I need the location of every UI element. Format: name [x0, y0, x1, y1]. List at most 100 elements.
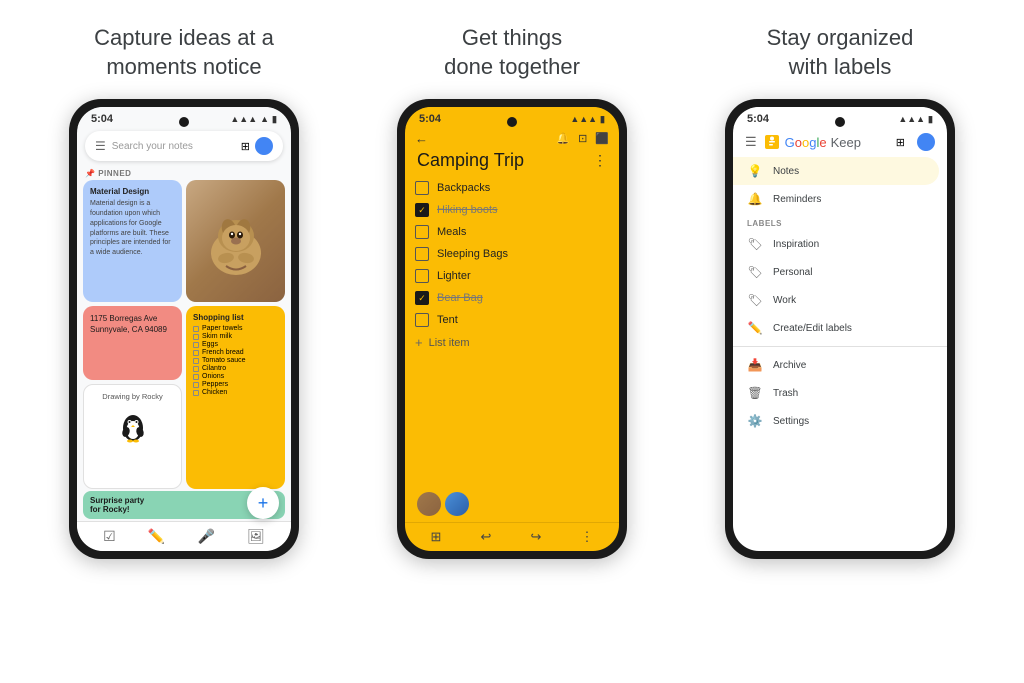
status-icons-2: ▲▲▲ ▮: [570, 114, 605, 125]
trip-item-tent[interactable]: Tent: [415, 309, 609, 331]
phone-1: 5:04 ▲▲▲ ▲ ▮ ☰ Search your notes ⊞: [69, 99, 299, 559]
menu-item-notes[interactable]: 💡 Notes: [733, 157, 939, 185]
trip-toolbar-icons: 🔔 ⊡ ⬛: [556, 132, 609, 145]
menu-item-work[interactable]: 🏷 Work: [733, 286, 947, 314]
search-icons: ⊞: [241, 137, 273, 155]
add-note-icon[interactable]: ⊞: [431, 529, 442, 545]
trip-bottom-bar: ⊞ ↩ ↪ ⋮: [405, 522, 619, 551]
trip-item-backpacks[interactable]: Backpacks: [415, 177, 609, 199]
label-icon-inspiration: 🏷: [747, 237, 763, 251]
checklist-nav-icon[interactable]: ☑: [103, 528, 116, 545]
grid-view-icon[interactable]: ⊞: [896, 136, 905, 149]
trip-item-bear-bag[interactable]: ✓ Bear Bag: [415, 287, 609, 309]
shopping-items: Paper towels Skim milk Eggs French bread…: [193, 325, 278, 396]
menu-item-personal[interactable]: 🏷 Personal: [733, 258, 947, 286]
item-label-meals: Meals: [437, 226, 466, 238]
checkbox-sleeping-bags[interactable]: [415, 247, 429, 261]
status-icons-1: ▲▲▲ ▲ ▮: [230, 114, 277, 125]
fab-button-1[interactable]: +: [247, 487, 279, 519]
trip-list: Backpacks ✓ Hiking boots Meals: [405, 177, 619, 486]
status-icons-3: ▲▲▲ ▮: [898, 114, 933, 125]
item-label-hiking-boots: Hiking boots: [437, 204, 498, 216]
item-label-sleeping-bags: Sleeping Bags: [437, 248, 508, 260]
menu-label-settings: Settings: [773, 416, 809, 427]
add-item-row[interactable]: + List item: [415, 331, 609, 354]
user-avatar-3[interactable]: [917, 133, 935, 151]
notes-grid: Material Design Material design is a fou…: [77, 180, 291, 489]
note-shopping[interactable]: Shopping list Paper towels Skim milk Egg…: [186, 306, 285, 489]
bell-menu-icon: 🔔: [747, 192, 763, 206]
note-title-material: Material Design: [90, 187, 175, 196]
trip-item-sleeping-bags[interactable]: Sleeping Bags: [415, 243, 609, 265]
checkbox-lighter[interactable]: [415, 269, 429, 283]
color-icon[interactable]: ⬛: [595, 132, 609, 145]
trip-toolbar: ← 🔔 ⊡ ⬛: [405, 127, 619, 150]
menu-item-archive[interactable]: 📥 Archive: [733, 351, 947, 379]
archive-icon-trip[interactable]: ⊡: [578, 132, 587, 145]
trip-item-meals[interactable]: Meals: [415, 221, 609, 243]
menu-item-settings[interactable]: ⚙️ Settings: [733, 407, 947, 435]
trip-item-lighter[interactable]: Lighter: [415, 265, 609, 287]
add-icon: +: [415, 335, 423, 350]
menu-label-notes: Notes: [773, 166, 799, 177]
checkbox-backpacks[interactable]: [415, 181, 429, 195]
pin-icon: 📌: [85, 169, 95, 178]
hamburger-icon-3[interactable]: ☰: [745, 134, 757, 150]
user-avatar[interactable]: [255, 137, 273, 155]
add-item-label: List item: [429, 337, 470, 349]
mic-nav-icon[interactable]: 🎤: [197, 528, 214, 545]
checkbox-hiking-boots[interactable]: ✓: [415, 203, 429, 217]
note-material-design[interactable]: Material Design Material design is a fou…: [83, 180, 182, 302]
menu-item-inspiration[interactable]: 🏷 Inspiration: [733, 230, 947, 258]
google-keep-logo: Google Keep: [763, 133, 861, 151]
bulb-icon: 💡: [747, 164, 763, 178]
menu-divider: [733, 346, 947, 347]
back-icon[interactable]: ←: [415, 131, 428, 146]
checkbox-tent[interactable]: [415, 313, 429, 327]
penguin-drawing: [118, 406, 148, 444]
menu-item-trash[interactable]: 🗑 Trash: [733, 379, 947, 407]
note-dog-photo[interactable]: [186, 180, 285, 302]
item-label-lighter: Lighter: [437, 270, 471, 282]
trip-title: Camping Trip: [417, 150, 524, 171]
more-options-icon[interactable]: ⋮: [593, 152, 607, 169]
bell-icon[interactable]: 🔔: [556, 132, 570, 145]
camera-hole-1: [179, 117, 189, 127]
checkbox-meals[interactable]: [415, 225, 429, 239]
collaborator-avatar-2: [445, 492, 469, 516]
google-text: Google: [785, 135, 827, 150]
dog-image: [186, 180, 285, 302]
menu-label-trash: Trash: [773, 388, 798, 399]
note-address[interactable]: 1175 Borregas Ave Sunnyvale, CA 94089: [83, 306, 182, 379]
camera-hole-3: [835, 117, 845, 127]
redo-icon[interactable]: ↪: [530, 529, 541, 545]
camera-hole-2: [507, 117, 517, 127]
trip-avatars: [405, 486, 619, 522]
column-2-title: Get things done together: [444, 24, 580, 81]
pen-nav-icon[interactable]: ✏️: [148, 528, 165, 545]
undo-icon[interactable]: ↩: [481, 529, 492, 545]
search-bar[interactable]: ☰ Search your notes ⊞: [85, 131, 283, 161]
image-nav-icon[interactable]: 🖼: [247, 528, 265, 545]
menu-label-edit-labels: Create/Edit labels: [773, 323, 852, 334]
time-1: 5:04: [91, 113, 113, 125]
time-2: 5:04: [419, 113, 441, 125]
battery-icon-2: ▮: [600, 114, 605, 125]
item-label-bear-bag: Bear Bag: [437, 292, 483, 304]
menu-item-edit-labels[interactable]: ✏️ Create/Edit labels: [733, 314, 947, 342]
column-3-title: Stay organized with labels: [767, 24, 914, 81]
phone-2-screen: 5:04 ▲▲▲ ▮ ← 🔔 ⊡ ⬛ Camping Trip: [405, 107, 619, 551]
menu-item-reminders[interactable]: 🔔 Reminders: [733, 185, 947, 213]
note-title-shopping: Shopping list: [193, 313, 278, 322]
more-icon[interactable]: ⋮: [580, 529, 593, 545]
search-placeholder: Search your notes: [112, 141, 235, 152]
wifi-icon: ▲: [260, 114, 269, 124]
trip-item-hiking-boots[interactable]: ✓ Hiking boots: [415, 199, 609, 221]
archive-menu-icon: 📥: [747, 358, 763, 372]
label-icon-personal: 🏷: [747, 265, 763, 279]
keep-header: ☰ Google Keep ⊞: [733, 127, 947, 157]
note-body-material: Material design is a foundation upon whi…: [90, 199, 175, 258]
note-drawing[interactable]: Drawing by Rocky: [83, 384, 182, 490]
menu-label-work: Work: [773, 295, 796, 306]
checkbox-bear-bag[interactable]: ✓: [415, 291, 429, 305]
